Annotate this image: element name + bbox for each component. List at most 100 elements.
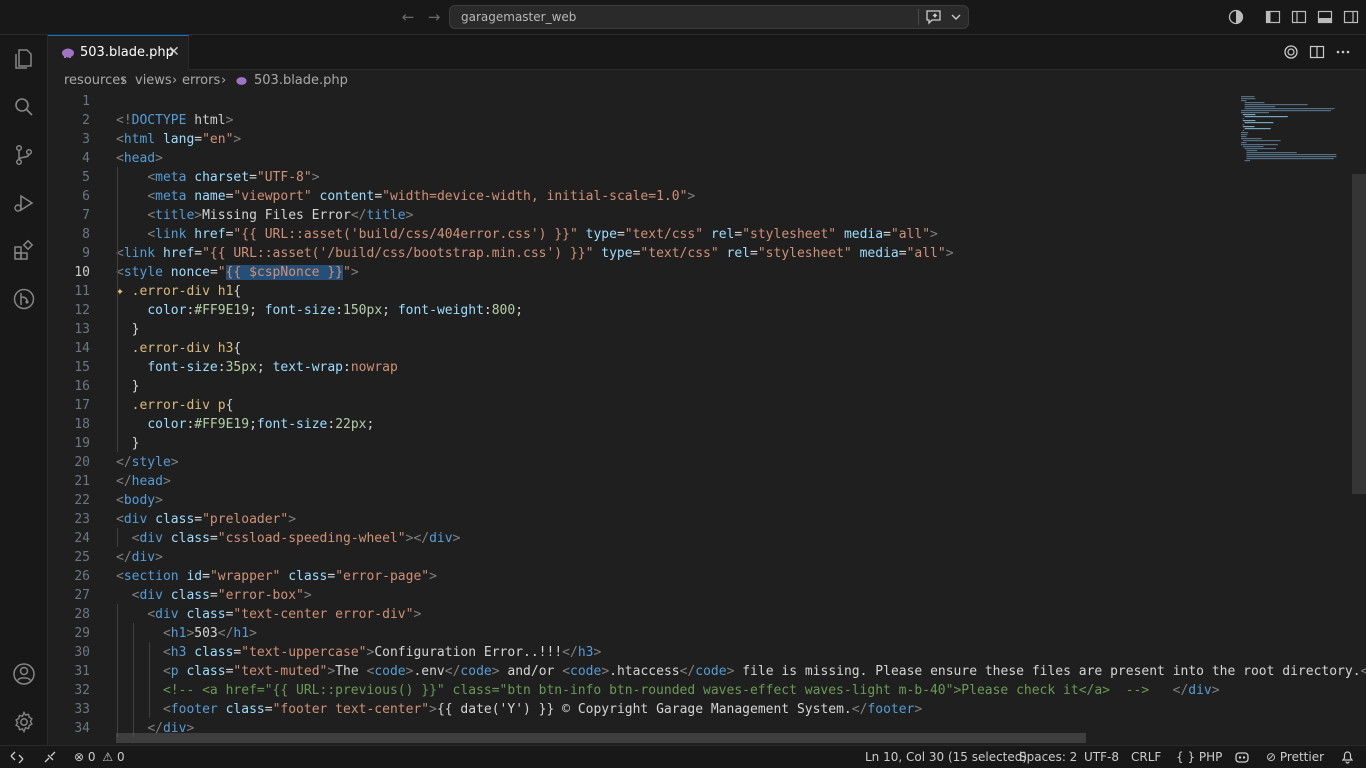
minimap-line bbox=[1241, 110, 1331, 112]
line-number: 14 bbox=[74, 341, 90, 356]
line-number: 4 bbox=[82, 151, 90, 166]
breadcrumb-file[interactable]: 503.blade.php bbox=[254, 73, 348, 88]
ports-icon[interactable] bbox=[43, 751, 57, 764]
php-elephant-icon bbox=[236, 77, 247, 85]
toggle-secondary-sidebar-icon[interactable] bbox=[1343, 9, 1359, 25]
code-line[interactable]: <head> bbox=[116, 149, 163, 168]
problems-status[interactable]: ⊗ 0 ⚠ 0 bbox=[74, 750, 125, 764]
cursor-position[interactable]: Ln 10, Col 30 (15 selected) bbox=[865, 750, 1027, 764]
line-number: 2 bbox=[82, 113, 90, 128]
git-graph-icon[interactable] bbox=[12, 287, 36, 311]
code-line[interactable]: ✦ .error-div h1{ bbox=[116, 282, 241, 301]
command-center-divider bbox=[918, 9, 919, 25]
code-line[interactable]: <div class="cssload-speeding-wheel"></di… bbox=[116, 529, 461, 548]
end-of-line[interactable]: CRLF bbox=[1131, 750, 1161, 764]
code-line[interactable]: } bbox=[116, 377, 140, 396]
forward-arrow-icon[interactable]: → bbox=[426, 9, 442, 25]
code-editor[interactable]: 1 2 3 4 5 6 7 8 9 10 11 12 13 14 15 16 17 18 19 20 21 22 23 24 2… bbox=[48, 92, 1366, 745]
encoding[interactable]: UTF-8 bbox=[1084, 750, 1119, 764]
account-icon[interactable] bbox=[12, 662, 36, 686]
code-line[interactable]: color:#FF9E19; font-size:150px; font-wei… bbox=[116, 301, 523, 320]
line-number: 31 bbox=[74, 664, 90, 679]
customize-layout-icon[interactable] bbox=[1265, 9, 1281, 25]
explorer-icon[interactable] bbox=[12, 47, 36, 71]
remote-icon[interactable] bbox=[10, 751, 24, 764]
copilot-icon[interactable] bbox=[1283, 44, 1299, 60]
split-editor-icon[interactable] bbox=[1309, 44, 1325, 60]
code-line[interactable]: <div class="error-box"> bbox=[116, 586, 312, 605]
search-icon[interactable] bbox=[12, 95, 36, 119]
code-line[interactable]: </head> bbox=[116, 472, 171, 491]
code-line[interactable]: .error-div h3{ bbox=[116, 339, 242, 358]
run-debug-icon[interactable] bbox=[12, 191, 36, 215]
line-number: 30 bbox=[74, 645, 90, 660]
code-line[interactable]: <div class="text-center error-div"> bbox=[116, 605, 421, 624]
horizontal-scrollbar[interactable] bbox=[116, 733, 1086, 743]
tab-503-blade-php[interactable]: 503.blade.php ✕ bbox=[48, 35, 189, 70]
code-line[interactable]: <div class="preloader"> bbox=[116, 510, 296, 529]
prettier-status[interactable]: ⊘ Prettier bbox=[1266, 750, 1324, 764]
indentation[interactable]: Spaces: 2 bbox=[1019, 750, 1077, 764]
error-icon: ⊗ bbox=[74, 750, 85, 764]
code-line[interactable]: .error-div p{ bbox=[116, 396, 234, 415]
bell-icon[interactable] bbox=[1341, 750, 1354, 764]
language-mode[interactable]: { } PHP bbox=[1176, 750, 1222, 764]
minimap-line bbox=[1246, 150, 1258, 152]
minimap-line bbox=[1242, 120, 1256, 122]
code-line[interactable]: <!DOCTYPE html> bbox=[116, 111, 233, 130]
breadcrumb-resources[interactable]: resources bbox=[64, 73, 127, 88]
close-tab-icon[interactable]: ✕ bbox=[168, 44, 180, 60]
line-number: 10 bbox=[74, 265, 90, 280]
breadcrumb-errors[interactable]: errors bbox=[182, 73, 220, 88]
code-line[interactable]: <footer class="footer text-center">{{ da… bbox=[116, 700, 922, 719]
code-line[interactable]: } bbox=[116, 434, 140, 453]
command-center-search[interactable]: garagemaster_web bbox=[449, 5, 969, 29]
line-number: 27 bbox=[74, 588, 90, 603]
line-number: 26 bbox=[74, 569, 90, 584]
code-line[interactable]: </div> bbox=[116, 548, 163, 567]
toggle-panel-icon[interactable] bbox=[1317, 9, 1333, 25]
line-number: 12 bbox=[74, 303, 90, 318]
code-line[interactable]: } bbox=[116, 320, 140, 339]
code-line[interactable]: <link href="{{ URL::asset('build/css/404… bbox=[116, 225, 938, 244]
line-number: 34 bbox=[74, 721, 90, 736]
minimap-line bbox=[1242, 140, 1281, 142]
code-line[interactable]: <!-- <a href="{{ URL::previous() }}" cla… bbox=[116, 681, 1220, 700]
code-line[interactable]: <meta name="viewport" content="width=dev… bbox=[116, 187, 695, 206]
minimap-line bbox=[1241, 134, 1248, 136]
breadcrumb-separator: › bbox=[172, 73, 178, 88]
code-line[interactable]: <h3 class="text-uppercase">Configuration… bbox=[116, 643, 601, 662]
line-number: 25 bbox=[74, 550, 90, 565]
extensions-icon[interactable] bbox=[12, 239, 36, 263]
vertical-scrollbar[interactable] bbox=[1352, 174, 1366, 494]
code-line[interactable]: <p class="text-muted">The <code>.env</co… bbox=[116, 662, 1366, 681]
toggle-primary-sidebar-icon[interactable] bbox=[1291, 9, 1307, 25]
more-actions-icon[interactable] bbox=[1335, 44, 1351, 60]
code-line[interactable]: <meta charset="UTF-8"> bbox=[116, 168, 319, 187]
code-line[interactable]: <style nonce="{{ $cspNonce }}"> bbox=[116, 263, 359, 282]
code-line[interactable]: <body> bbox=[116, 491, 163, 510]
line-number: 23 bbox=[74, 512, 90, 527]
code-line[interactable]: <section id="wrapper" class="error-page"… bbox=[116, 567, 437, 586]
line-number: 15 bbox=[74, 360, 90, 375]
code-line[interactable]: font-size:35px; text-wrap:nowrap bbox=[116, 358, 398, 377]
copilot-status-icon[interactable] bbox=[1228, 9, 1244, 25]
chevron-down-icon[interactable] bbox=[950, 10, 962, 24]
code-line[interactable]: color:#FF9E19;font-size:22px; bbox=[116, 415, 374, 434]
minimap[interactable] bbox=[1240, 92, 1350, 745]
warning-count: 0 bbox=[116, 750, 125, 764]
source-control-icon[interactable] bbox=[12, 143, 36, 167]
copilot-icon[interactable] bbox=[1234, 750, 1250, 764]
breadcrumb-separator: › bbox=[221, 73, 227, 88]
breadcrumb-views[interactable]: views bbox=[135, 73, 172, 88]
code-line[interactable]: <h1>503</h1> bbox=[116, 624, 257, 643]
code-line[interactable]: <title>Missing Files Error</title> bbox=[116, 206, 413, 225]
line-number: 16 bbox=[74, 379, 90, 394]
back-arrow-icon[interactable]: ← bbox=[400, 9, 416, 25]
chat-icon[interactable] bbox=[925, 9, 943, 25]
code-line[interactable]: </style> bbox=[116, 453, 179, 472]
code-line[interactable]: <link href="{{ URL::asset('/build/css/bo… bbox=[116, 244, 954, 263]
title-bar: ← → garagemaster_web bbox=[0, 0, 1366, 35]
code-line[interactable]: <html lang="en"> bbox=[116, 130, 241, 149]
settings-gear-icon[interactable] bbox=[12, 710, 36, 734]
